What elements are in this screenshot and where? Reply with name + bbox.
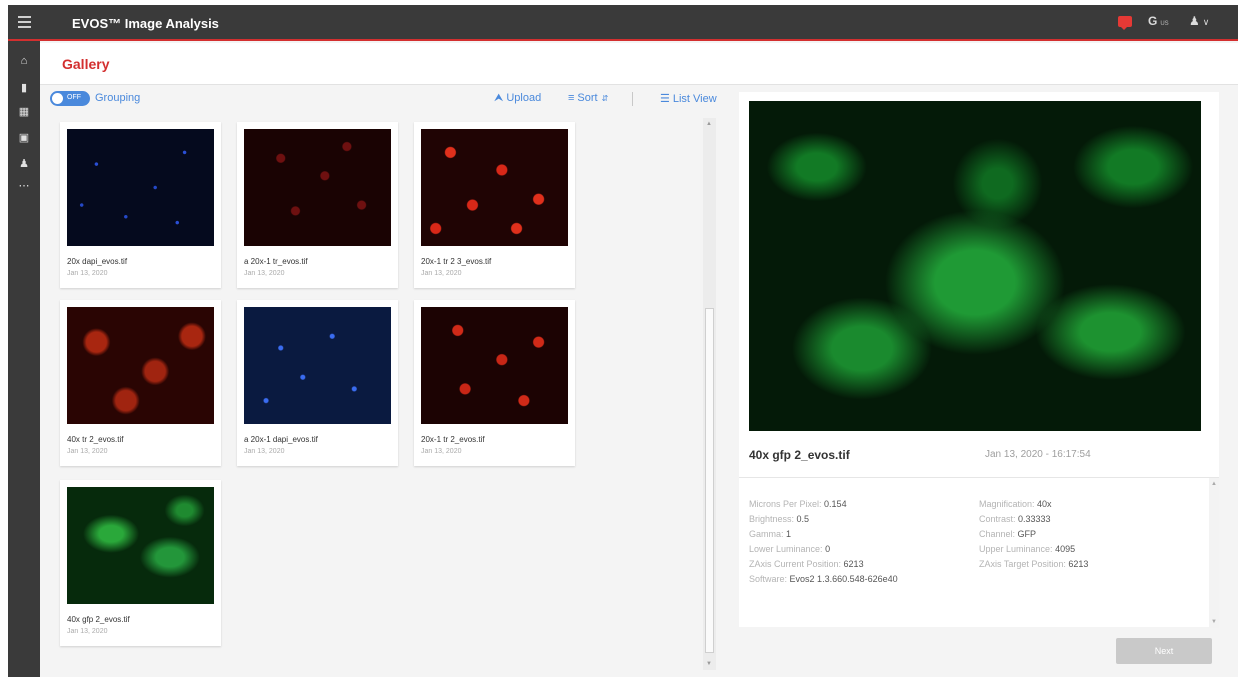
scroll-down-icon[interactable]: ▼ — [1211, 619, 1217, 625]
card-date: Jan 13, 2020 — [67, 628, 108, 635]
sort-button[interactable]: ≡ Sort ⇵ — [568, 92, 608, 104]
menu-icon[interactable] — [18, 16, 31, 28]
gallery-grid: 20x dapi_evos.tif Jan 13, 2020 a 20x-1 t… — [52, 118, 702, 672]
preview-image — [749, 101, 1201, 431]
preview-date: Jan 13, 2020 - 16:17:54 — [985, 449, 1091, 460]
thumbnail-image — [67, 129, 214, 246]
scroll-up-icon[interactable]: ▲ — [1211, 481, 1217, 487]
meta-zaxis-current: ZAxis Current Position: 6213 — [749, 559, 864, 569]
card-filename: a 20x-1 tr_evos.tif — [244, 257, 308, 266]
card-filename: 40x gfp 2_evos.tif — [67, 615, 130, 624]
gallery-card[interactable]: 20x-1 tr 2 3_evos.tif Jan 13, 2020 — [414, 122, 575, 288]
thumbnail-image — [244, 129, 391, 246]
user-icon: ♟ — [1189, 14, 1200, 28]
gallery-scrollbar[interactable]: ▲ ▼ — [703, 118, 716, 670]
thumbnail-image — [244, 307, 391, 424]
gallery-card[interactable]: 20x-1 tr 2_evos.tif Jan 13, 2020 — [414, 300, 575, 466]
scrollbar-thumb[interactable] — [705, 308, 714, 653]
meta-lower-luminance: Lower Luminance: 0 — [749, 544, 831, 554]
list-view-label: List View — [672, 93, 717, 105]
globe-icon: G — [1148, 14, 1158, 28]
preview-filename: 40x gfp 2_evos.tif — [749, 448, 850, 462]
meta-gamma: Gamma: 1 — [749, 529, 792, 539]
card-filename: 40x tr 2_evos.tif — [67, 435, 124, 444]
left-nav-rail: ⌂ ▮ ▦ ▣ ♟ ⋯ — [8, 41, 40, 677]
meta-upper-luminance: Upper Luminance: 4095 — [979, 544, 1076, 554]
top-bar: EVOS™ Image Analysis G US ♟ ∨ — [8, 5, 1238, 41]
toggle-state: OFF — [67, 94, 81, 101]
card-filename: a 20x-1 dapi_evos.tif — [244, 435, 318, 444]
card-filename: 20x-1 tr 2_evos.tif — [421, 435, 485, 444]
users-icon[interactable]: ♟ — [8, 157, 40, 170]
page-title: Gallery — [62, 56, 110, 72]
thumbnail-image — [421, 307, 568, 424]
card-date: Jan 13, 2020 — [421, 270, 462, 277]
toolbar-divider — [632, 92, 633, 106]
grid-icon[interactable]: ▦ — [8, 105, 40, 118]
folder-icon[interactable]: ▮ — [8, 81, 40, 94]
meta-magnification: Magnification: 40x — [979, 499, 1052, 509]
app-title: EVOS™ Image Analysis — [72, 16, 219, 31]
gallery-card[interactable]: 20x dapi_evos.tif Jan 13, 2020 — [60, 122, 221, 288]
notification-icon[interactable] — [1118, 16, 1132, 30]
upload-button[interactable]: ⮝ Upload — [494, 92, 541, 105]
home-icon[interactable]: ⌂ — [8, 55, 40, 67]
meta-channel: Channel: GFP — [979, 529, 1037, 539]
card-filename: 20x dapi_evos.tif — [67, 257, 128, 266]
list-view-icon: ☰ — [660, 93, 670, 105]
meta-brightness: Brightness: 0.5 — [749, 514, 810, 524]
upload-icon: ⮝ — [494, 92, 504, 104]
more-icon[interactable]: ⋯ — [8, 179, 40, 192]
save-icon[interactable]: ▣ — [8, 131, 40, 144]
card-date: Jan 13, 2020 — [421, 448, 462, 455]
scroll-up-icon[interactable]: ▲ — [706, 121, 712, 127]
sort-label: Sort — [577, 92, 598, 104]
next-button[interactable]: Next — [1116, 638, 1212, 664]
upload-label: Upload — [506, 92, 542, 104]
gallery-card[interactable]: 40x tr 2_evos.tif Jan 13, 2020 — [60, 300, 221, 466]
language-selector[interactable]: G US — [1148, 14, 1169, 28]
scroll-down-icon[interactable]: ▼ — [706, 661, 712, 667]
meta-software: Software: Evos2 1.3.660.548-626e40 — [749, 574, 898, 584]
user-menu[interactable]: ♟ ∨ — [1189, 14, 1209, 28]
card-filename: 20x-1 tr 2 3_evos.tif — [421, 257, 492, 266]
grouping-label: Grouping — [95, 92, 141, 104]
thumbnail-image — [67, 307, 214, 424]
sort-direction-icon: ⇵ — [601, 94, 609, 103]
gallery-card[interactable]: a 20x-1 dapi_evos.tif Jan 13, 2020 — [237, 300, 398, 466]
card-date: Jan 13, 2020 — [67, 270, 108, 277]
thumbnail-image — [67, 487, 214, 604]
meta-contrast: Contrast: 0.33333 — [979, 514, 1051, 524]
card-date: Jan 13, 2020 — [67, 448, 108, 455]
preview-panel: 40x gfp 2_evos.tif Jan 13, 2020 - 16:17:… — [739, 92, 1219, 477]
metadata-scrollbar[interactable]: ▲ ▼ — [1209, 478, 1219, 628]
meta-microns-per-pixel: Microns Per Pixel: 0.154 — [749, 499, 847, 509]
card-date: Jan 13, 2020 — [244, 448, 285, 455]
language-code: US — [1160, 21, 1169, 27]
chevron-down-icon: ∨ — [1202, 17, 1210, 27]
page-header: Gallery — [40, 43, 1238, 85]
gallery-card[interactable]: 40x gfp 2_evos.tif Jan 13, 2020 — [60, 480, 221, 646]
sort-icon: ≡ — [568, 92, 575, 104]
toggle-knob — [52, 93, 63, 104]
thumbnail-image — [421, 129, 568, 246]
card-date: Jan 13, 2020 — [244, 270, 285, 277]
meta-zaxis-target: ZAxis Target Position: 6213 — [979, 559, 1089, 569]
gallery-card[interactable]: a 20x-1 tr_evos.tif Jan 13, 2020 — [237, 122, 398, 288]
list-view-button[interactable]: ☰ List View — [660, 92, 717, 105]
grouping-toggle[interactable]: OFF — [50, 91, 90, 106]
metadata-panel: Microns Per Pixel: 0.154 Magnification: … — [739, 477, 1219, 628]
